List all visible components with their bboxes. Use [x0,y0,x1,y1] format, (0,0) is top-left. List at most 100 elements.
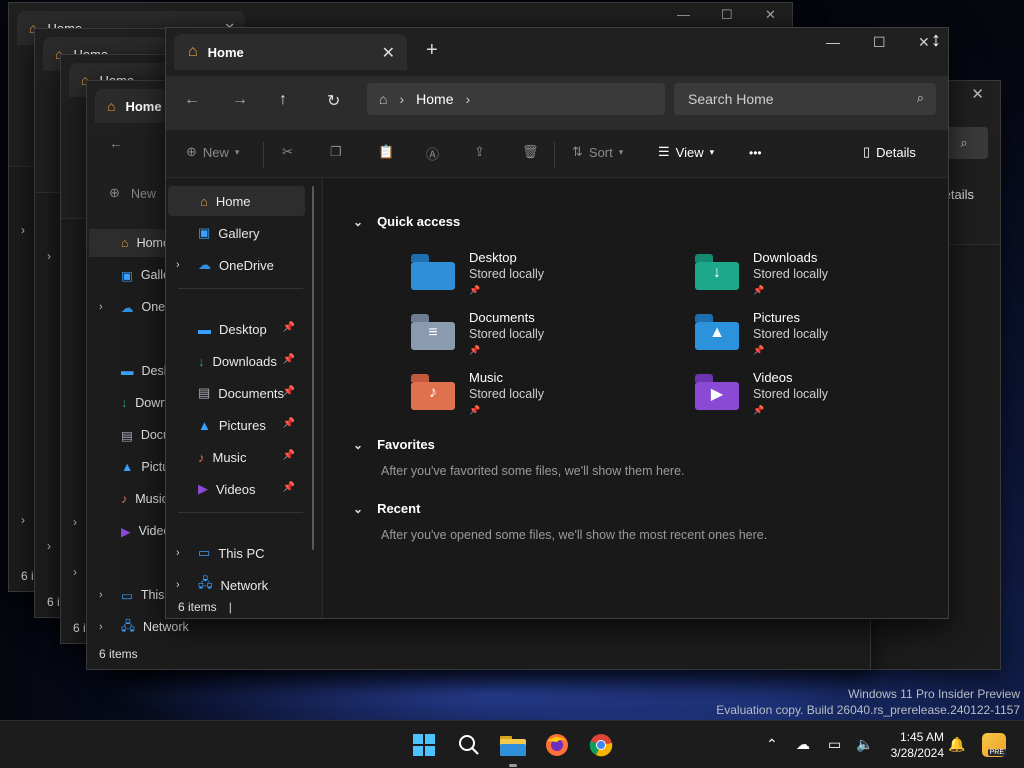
search-icon[interactable]: ⌕ [917,90,924,106]
nav-music[interactable]: ♪ Music [121,486,168,512]
expand-chevron-icon[interactable]: › [21,513,25,527]
chevron-up-icon[interactable]: ⌃ [766,736,778,753]
refresh-icon[interactable]: ↻ [327,91,340,111]
nav-label: Desktop [219,321,267,337]
search-icon[interactable] [455,731,483,759]
sort-button[interactable]: ⇅ Sort ▾ [572,144,623,160]
chevron-down-icon[interactable]: ⌄ [353,502,363,516]
close-icon[interactable]: ✕ [765,7,776,23]
recent-empty-text: After you've opened some files, we'll sh… [381,528,768,542]
pin-icon[interactable]: 📌 [283,418,295,429]
section-quick-access[interactable]: ⌄ Quick access [353,214,460,229]
window-tab[interactable]: ⌂ Home ✕ [174,34,407,70]
notification-bell-icon[interactable]: 🔔 [948,736,965,753]
section-recent[interactable]: ⌄ Recent [353,501,420,516]
minimize-icon[interactable]: — [677,7,690,22]
cloud-offline-icon[interactable]: ☁ [796,736,810,753]
expand-chevron-icon[interactable]: › [73,565,77,579]
breadcrumb-item[interactable]: Home [416,91,453,107]
quick-access-item[interactable]: Desktop Stored locally 📌 [411,250,544,298]
expand-chevron-icon[interactable]: › [99,621,103,633]
pin-icon[interactable]: 📌 [283,354,295,365]
new-button[interactable]: ⊕ New ▾ [186,144,239,160]
more-options-icon[interactable]: ••• [749,146,762,160]
explorer-window-main[interactable]: ⌂ Home ✕ + — ☐ ✕ ← → ↑ ↻ ⌂ › Home › Sear… [165,27,949,619]
maximize-icon[interactable]: ☐ [721,7,733,23]
nav-desktop[interactable]: ▬ Desktop 📌 [166,314,303,344]
minimize-icon[interactable]: — [826,34,840,50]
quick-access-item[interactable]: ≡ Documents Stored locally 📌 [411,310,544,358]
new-icon[interactable]: ⊕ [109,185,120,201]
close-icon[interactable]: ✕ [918,34,930,51]
expand-chevron-icon[interactable]: › [47,249,51,263]
quick-access-item[interactable]: ↓ Downloads Stored locally 📌 [695,250,828,298]
display-icon[interactable]: ▭ [828,736,841,753]
pin-icon[interactable]: 📌 [283,450,295,461]
nav-onedrive[interactable]: › ☁ OneDrive [166,250,303,280]
new-label[interactable]: New [131,187,156,201]
section-title: Quick access [377,214,461,229]
expand-chevron-icon[interactable]: › [176,259,180,271]
chevron-right-icon: › [399,91,405,107]
expand-chevron-icon[interactable]: › [21,223,25,237]
breadcrumb[interactable]: ⌂ › Home › [367,83,665,115]
pin-icon[interactable]: 📌 [283,386,295,397]
quick-access-item[interactable]: ♪ Music Stored locally 📌 [411,370,544,418]
expand-chevron-icon[interactable]: › [47,539,51,553]
pin-icon[interactable]: 📌 [283,482,295,493]
paste-icon[interactable]: 📋 [378,144,394,160]
status-text: 6 items [99,647,138,661]
start-icon[interactable] [410,731,438,759]
nav-documents[interactable]: ▤ Documents 📌 [166,378,303,408]
nav-home[interactable]: ⌂ Home [121,230,170,256]
scrollbar[interactable] [312,186,314,550]
clock[interactable]: 1:45 AM 3/28/2024 [891,729,944,761]
delete-icon[interactable]: 🗑 [522,144,539,160]
expand-chevron-icon[interactable]: › [99,589,103,601]
chrome-icon[interactable] [587,731,615,759]
details-button[interactable]: ▯ Details [863,144,916,160]
item-sub: Stored locally [469,327,545,341]
expand-chevron-icon[interactable]: › [176,579,180,591]
up-icon[interactable]: ↑ [279,91,287,109]
copilot-pre-icon[interactable]: PRE [982,733,1006,757]
search-input[interactable]: Search Home ⌕ [674,83,936,115]
close-tab-icon[interactable]: ✕ [382,43,395,63]
volume-muted-icon[interactable]: 🔈 [856,736,873,753]
quick-access-item[interactable]: ▲ Pictures Stored locally 📌 [695,310,828,358]
cut-icon[interactable]: ✂ [282,144,293,160]
forward-icon[interactable]: → [232,91,248,109]
nav-thispc[interactable]: › ▭ This PC [166,538,303,568]
pin-icon: 📌 [469,345,481,355]
taskbar: ⌃ ☁ ▭ 🔈 1:45 AM 3/28/2024 🔔 PRE [0,720,1024,768]
chevron-down-icon[interactable]: ⌄ [353,438,363,452]
share-icon[interactable]: ⇪ [474,144,485,160]
rename-icon[interactable]: Ⓐ [426,144,439,163]
new-icon: ⊕ [186,144,197,159]
back-icon[interactable]: ← [109,135,123,151]
close-icon[interactable]: ✕ [971,85,984,103]
view-button[interactable]: ☰ View ▾ [658,144,714,160]
pin-icon[interactable]: 📌 [283,322,295,333]
nav-network[interactable]: › 🖧 Network [166,570,303,600]
copy-icon[interactable]: ❐ [330,144,342,160]
file-explorer-icon[interactable] [499,731,527,767]
nav-downloads[interactable]: ↓ Downloads 📌 [166,346,303,376]
nav-videos[interactable]: ▶ Videos 📌 [166,474,303,504]
expand-chevron-icon[interactable]: › [73,515,77,529]
expand-chevron-icon[interactable]: › [99,301,103,313]
section-favorites[interactable]: ⌄ Favorites [353,437,435,452]
watermark-line: Evaluation copy. Build 26040.rs_prerelea… [716,703,1020,717]
maximize-icon[interactable]: ☐ [873,34,886,51]
nav-gallery[interactable]: ▣ Gallery [166,218,303,248]
new-tab-icon[interactable]: + [426,39,438,62]
firefox-icon[interactable] [543,731,571,759]
chevron-down-icon[interactable]: ⌄ [353,215,363,229]
nav-home[interactable]: ⌂ Home [168,186,305,216]
nav-music[interactable]: ♪ Music 📌 [166,442,303,472]
nav-pictures[interactable]: ▲ Pictures 📌 [166,410,303,440]
chevron-right-icon[interactable]: › [466,91,471,107]
back-icon[interactable]: ← [184,91,200,109]
quick-access-item[interactable]: ▶ Videos Stored locally 📌 [695,370,828,418]
expand-chevron-icon[interactable]: › [176,547,180,559]
